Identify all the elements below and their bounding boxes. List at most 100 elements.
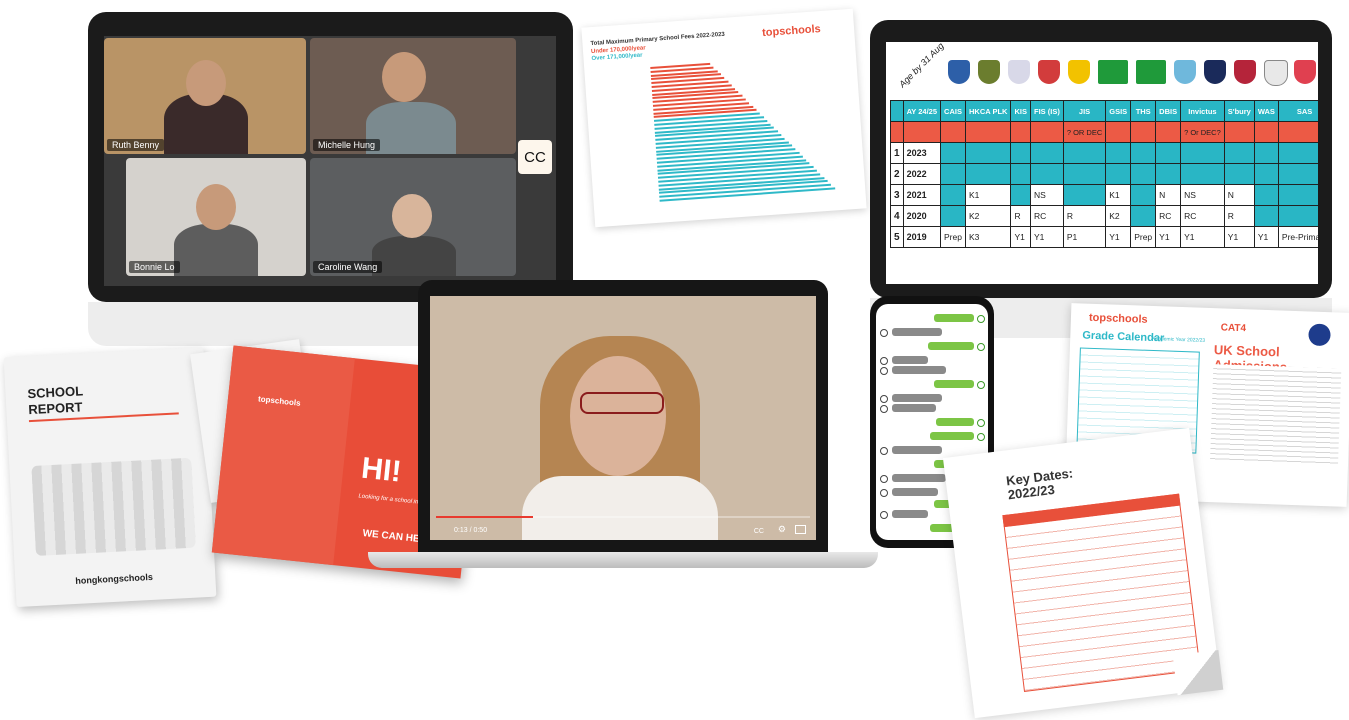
video-progress-track[interactable] — [436, 516, 810, 518]
closed-captions-button[interactable]: CC — [518, 140, 552, 174]
crest-icon — [1174, 60, 1196, 84]
miniplayer-icon[interactable] — [795, 525, 806, 534]
table-cell — [1062, 142, 1107, 164]
table-note-cell — [1223, 121, 1255, 143]
chat-bubble — [892, 328, 942, 336]
table-note-cell — [940, 121, 966, 143]
row-year: 2023 — [902, 142, 942, 164]
table-note-cell — [1130, 121, 1157, 143]
chat-bubble — [892, 474, 946, 482]
row-year: 2021 — [902, 184, 942, 206]
table-row: 4 2020 K2 R RC R K2 RC RC R — [890, 205, 1318, 227]
table-cell — [1155, 142, 1182, 164]
table-cell — [1253, 184, 1279, 206]
report-title: SCHOOL — [27, 383, 84, 402]
chat-bubble — [892, 510, 928, 518]
video-player[interactable]: 0:13 / 0:50 CC ⚙ — [430, 296, 816, 540]
table-header-row: AY 24/25 CAIS HKCA PLK KIS FIS (IS) JIS GSIS TH… — [890, 100, 1318, 122]
avatar-icon — [977, 419, 985, 427]
admissions-table: AY 24/25 CAIS HKCA PLK KIS FIS (IS) JIS GSIS TH… — [890, 100, 1318, 248]
table-header-cell: AY 24/25 — [902, 100, 942, 122]
chat-bubble — [934, 314, 974, 322]
table-cell — [940, 163, 966, 185]
table-note-cell — [964, 121, 1012, 143]
table-header-cell: WAS — [1253, 100, 1279, 122]
chat-bubble — [892, 356, 928, 364]
table-cell — [1277, 163, 1318, 185]
table-cell — [1180, 163, 1225, 185]
avatar-icon — [880, 475, 888, 483]
avatar-icon — [880, 405, 888, 413]
table-note-cell — [1155, 121, 1182, 143]
table-cell — [1277, 142, 1318, 164]
table-cell — [1105, 163, 1132, 185]
participant-tile[interactable]: Ruth Benny — [104, 38, 306, 154]
table-cell: K3 — [964, 226, 1012, 248]
table-cell — [1223, 163, 1255, 185]
table-header-cell: DBIS — [1155, 100, 1182, 122]
cc-button[interactable]: CC — [754, 528, 764, 535]
crest-icon — [1098, 60, 1128, 84]
table-row: 5 2019 Prep K3 Y1 Y1 P1 Y1 Prep Y1 Y1 Y1 Y1 Pre-Prima… — [890, 226, 1318, 248]
chat-bubble — [936, 418, 974, 426]
crest-icon — [1136, 60, 1166, 84]
participant-name: Caroline Wang — [313, 261, 383, 273]
table-cell: RC — [1029, 205, 1064, 227]
table-note-row: ? OR DEC ? Or DEC? — [890, 121, 1318, 143]
table-note-cell — [1029, 121, 1064, 143]
table-cell: P1 — [1062, 226, 1107, 248]
chat-bubble — [892, 446, 942, 454]
table-header-cell — [890, 100, 904, 122]
table-cell: K2 — [1105, 205, 1132, 227]
table-cell: RC — [1180, 205, 1225, 227]
table-cell — [1130, 205, 1157, 227]
row-year: 2020 — [902, 205, 942, 227]
table-note-cell: ? OR DEC — [1062, 121, 1107, 143]
settings-icon[interactable]: ⚙ — [778, 524, 786, 535]
avatar-icon — [977, 381, 985, 389]
row-number: 2 — [890, 163, 904, 185]
table-cell — [1253, 163, 1279, 185]
row-number: 3 — [890, 184, 904, 206]
participant-tile[interactable]: Michelle Hung — [310, 38, 516, 154]
table-cell — [940, 184, 966, 206]
topschools-logo: topschools — [761, 23, 822, 40]
crest-icon — [1008, 60, 1030, 84]
table-header-cell: HKCA PLK — [964, 100, 1012, 122]
school-report-booklet: SCHOOL REPORT hongkongschools — [3, 346, 217, 608]
chat-bubble — [892, 366, 946, 374]
avatar-icon — [880, 489, 888, 497]
table-cell: R — [1062, 205, 1107, 227]
video-time: 0:13 / 0:50 — [454, 527, 488, 534]
table-cell — [1277, 205, 1318, 227]
table-cell — [1277, 184, 1318, 206]
crest-icon — [978, 60, 1000, 84]
table-cell: Prep — [1130, 226, 1157, 248]
admissions-screen: Age by 31 Aug AY 24/25 CAIS HKCA PLK KIS FIS… — [886, 42, 1318, 284]
topschools-logo: topschools — [1088, 311, 1148, 326]
brochure-left-page: topschools — [211, 345, 355, 566]
participant-tile[interactable]: Bonnie Lo — [126, 158, 306, 276]
chat-bubble — [928, 342, 974, 350]
participant-name: Michelle Hung — [313, 139, 381, 151]
crest-icon — [1294, 60, 1316, 84]
crest-icon — [1204, 60, 1226, 84]
cat4-logo: CAT4 — [1220, 322, 1247, 335]
table-cell — [1130, 142, 1157, 164]
crest-icon — [1264, 60, 1288, 86]
avatar-icon — [880, 357, 888, 365]
table-cell — [1010, 184, 1031, 206]
table-header-cell: Invictus — [1180, 100, 1225, 122]
table-note-cell — [902, 121, 942, 143]
presenter-body — [522, 476, 718, 540]
chart-title: Total Maximum Primary School Fees 2022-2… — [590, 31, 726, 48]
table-header-cell: CAIS — [940, 100, 966, 122]
table-row: 3 2021 K1 NS K1 N NS N — [890, 184, 1318, 206]
video-call-screen: Ruth Benny Michelle Hung Bonnie Lo Carol… — [104, 36, 556, 286]
chat-bubble — [930, 432, 974, 440]
participant-tile[interactable]: Caroline Wang — [310, 158, 516, 276]
brochure-headline: HI! — [359, 451, 403, 489]
avatar-icon — [977, 343, 985, 351]
table-cell: N — [1223, 184, 1255, 206]
table-cell — [964, 163, 1012, 185]
